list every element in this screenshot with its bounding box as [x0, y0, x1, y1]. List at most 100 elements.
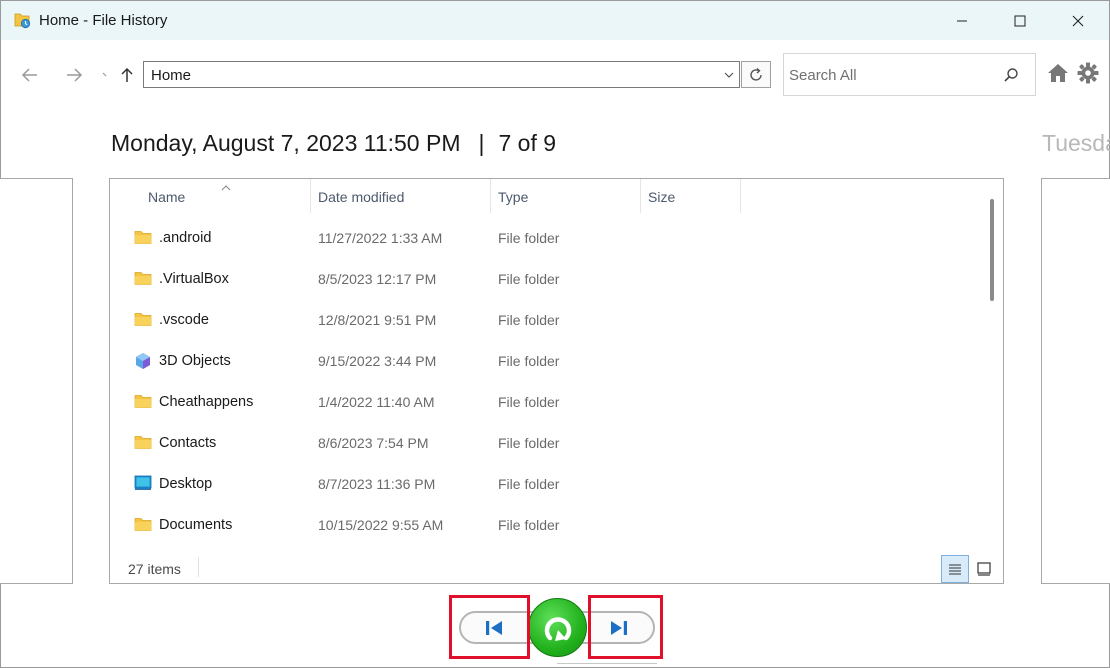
- forward-button[interactable]: [60, 61, 88, 89]
- restore-arrow-icon: [544, 616, 571, 641]
- file-list-panel: Name Date modified Type Size .android 11/…: [109, 178, 1004, 584]
- status-bar: 27 items: [110, 551, 1003, 583]
- file-date-modified: 11/27/2022 1:33 AM: [318, 230, 443, 246]
- column-header-size[interactable]: Size: [640, 179, 741, 213]
- file-row[interactable]: .android 11/27/2022 1:33 AM File folder: [110, 218, 985, 259]
- file-row[interactable]: Desktop 8/7/2023 11:36 PM File folder: [110, 464, 985, 505]
- refresh-button[interactable]: [741, 61, 771, 88]
- file-type: File folder: [498, 476, 560, 492]
- file-row[interactable]: Cheathappens 1/4/2022 11:40 AM File folder: [110, 382, 985, 423]
- bottom-edge: [557, 663, 657, 668]
- column-divider[interactable]: [310, 179, 311, 213]
- back-button[interactable]: [16, 61, 44, 89]
- refresh-icon: [750, 67, 762, 81]
- file-row[interactable]: .vscode 12/8/2021 9:51 PM File folder: [110, 300, 985, 341]
- file-date-modified: 10/15/2022 9:55 AM: [318, 517, 444, 533]
- column-header-name[interactable]: Name: [110, 179, 310, 213]
- maximize-icon: [1014, 15, 1026, 26]
- address-bar[interactable]: Home: [143, 61, 740, 88]
- file-type: File folder: [498, 394, 560, 410]
- details-view-icon: [949, 564, 961, 575]
- file-name: .vscode: [159, 312, 209, 328]
- minimize-icon: [957, 20, 967, 21]
- header-separator: |: [478, 130, 485, 156]
- file-name: Contacts: [159, 435, 217, 451]
- status-divider: [198, 557, 199, 577]
- file-name: .VirtualBox: [159, 271, 229, 287]
- address-dropdown-button[interactable]: [723, 68, 735, 86]
- column-header-type[interactable]: Type: [490, 179, 640, 213]
- file-row[interactable]: .VirtualBox 8/5/2023 12:17 PM File folder: [110, 259, 985, 300]
- file-type: File folder: [498, 435, 560, 451]
- large-icons-view-button[interactable]: [974, 558, 994, 580]
- folder-icon: [134, 393, 152, 409]
- home-icon: [1048, 64, 1068, 82]
- column-divider[interactable]: [490, 179, 491, 213]
- large-icons-view-icon: [977, 562, 991, 576]
- file-history-app-icon: [13, 11, 31, 29]
- small-chevron-icon: [102, 72, 107, 77]
- settings-button[interactable]: [1077, 62, 1099, 89]
- restore-button[interactable]: [528, 598, 587, 657]
- column-divider[interactable]: [640, 179, 641, 213]
- file-type: File folder: [498, 271, 560, 287]
- file-name: Cheathappens: [159, 394, 254, 410]
- folder-icon: [134, 311, 152, 327]
- snapshot-date: Monday, August 7, 2023 11:50 PM: [111, 130, 461, 156]
- details-view-button[interactable]: [941, 555, 969, 583]
- file-row[interactable]: Contacts 8/6/2023 7:54 PM File folder: [110, 423, 985, 464]
- back-arrow-icon: [21, 68, 37, 82]
- minimize-button[interactable]: [933, 1, 991, 40]
- folder-icon: [134, 229, 152, 245]
- maximize-button[interactable]: [991, 1, 1049, 40]
- search-icon[interactable]: [1003, 67, 1019, 88]
- forward-arrow-icon: [67, 68, 83, 82]
- file-name: .android: [159, 230, 212, 246]
- file-date-modified: 8/7/2023 11:36 PM: [318, 476, 436, 492]
- file-date-modified: 8/6/2023 7:54 PM: [318, 435, 429, 451]
- snapshot-position: 7 of 9: [498, 130, 557, 156]
- highlight-next-button: [588, 595, 663, 659]
- file-row[interactable]: Documents 10/15/2022 9:55 AM File folder: [110, 505, 985, 546]
- home-button[interactable]: [1047, 62, 1069, 89]
- recent-locations-button[interactable]: [97, 61, 113, 89]
- column-header-date-modified[interactable]: Date modified: [310, 179, 490, 213]
- search-input[interactable]: [789, 64, 989, 86]
- file-date-modified: 1/4/2022 11:40 AM: [318, 394, 435, 410]
- gear-icon: [1077, 62, 1099, 84]
- search-box[interactable]: [783, 53, 1036, 96]
- address-value: Home: [151, 67, 192, 84]
- window-title: Home - File History: [39, 12, 168, 29]
- file-type: File folder: [498, 230, 560, 246]
- 3d-objects-icon: [134, 352, 152, 369]
- chevron-down-icon: [724, 72, 734, 78]
- close-icon: [1072, 15, 1084, 26]
- file-name: Desktop: [159, 476, 213, 492]
- vertical-scrollbar-thumb[interactable]: [990, 199, 994, 301]
- file-date-modified: 8/5/2023 12:17 PM: [318, 271, 437, 287]
- folder-icon: [134, 270, 152, 286]
- desktop-icon: [134, 475, 152, 491]
- file-name: Documents: [159, 517, 233, 533]
- file-type: File folder: [498, 517, 560, 533]
- file-history-window: Home - File History Home Search All Mond…: [0, 0, 1110, 668]
- next-snapshot-date: Tuesda: [1042, 130, 1110, 156]
- file-name: 3D Objects: [159, 353, 231, 369]
- next-version-panel[interactable]: [1041, 178, 1110, 584]
- file-type: File folder: [498, 353, 560, 369]
- highlight-previous-button: [449, 595, 530, 659]
- file-date-modified: 9/15/2022 3:44 PM: [318, 353, 437, 369]
- file-date-modified: 12/8/2021 9:51 PM: [318, 312, 437, 328]
- up-button[interactable]: [113, 61, 141, 89]
- folder-icon: [134, 516, 152, 532]
- folder-icon: [134, 434, 152, 450]
- file-row[interactable]: 3D Objects 9/15/2022 3:44 PM File folder: [110, 341, 985, 382]
- item-count: 27 items: [128, 561, 181, 577]
- close-button[interactable]: [1049, 1, 1107, 40]
- up-arrow-icon: [121, 67, 133, 82]
- file-type: File folder: [498, 312, 560, 328]
- previous-version-panel[interactable]: [0, 178, 73, 584]
- column-divider[interactable]: [740, 179, 741, 213]
- snapshot-header: Monday, August 7, 2023 11:50 PM | 7 of 9: [111, 130, 556, 157]
- title-bar: Home - File History: [1, 1, 1109, 40]
